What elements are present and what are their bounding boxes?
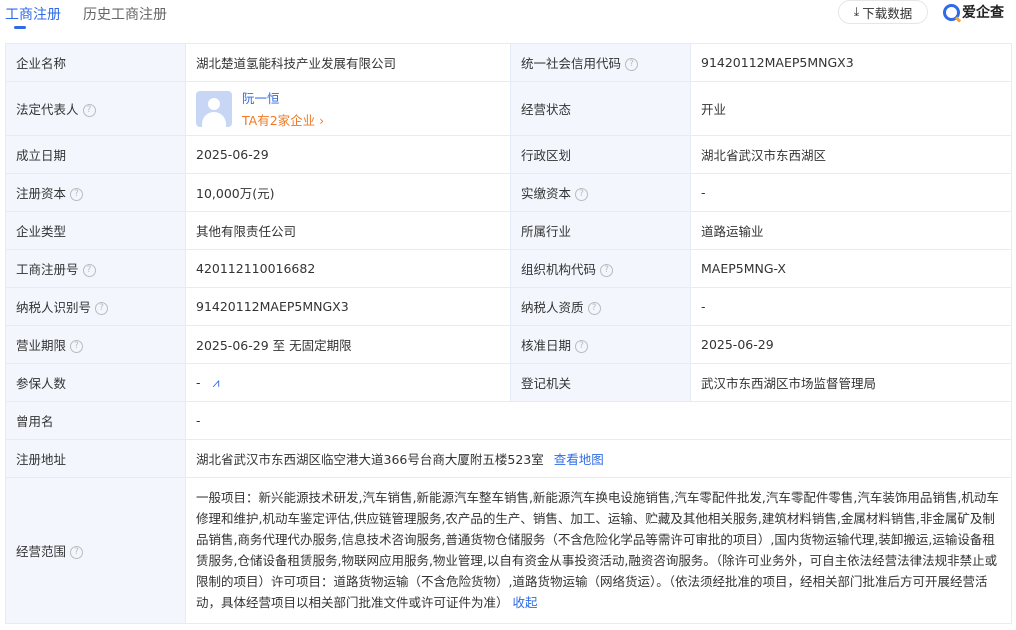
table-row: 纳税人识别号? 91420112MAEP5MNGX3 纳税人资质? - [6,288,1012,326]
tax-qual-label: 纳税人资质? [511,288,691,326]
type-label: 企业类型 [6,212,186,250]
table-row: 经营范围? 一般项目：新兴能源技术研发,汽车销售,新能源汽车整车销售,新能源汽车… [6,478,1012,624]
org-code-value: MAEP5MNG-X [691,250,1012,288]
trend-chart-icon[interactable]: ⩘ [213,375,220,390]
related-companies-link[interactable]: TA有2家企业 › [242,110,324,129]
tabs: 工商注册 历史工商注册 [5,4,167,34]
table-row: 注册资本? 10,000万(元) 实缴资本? - [6,174,1012,212]
table-row: 企业名称 湖北楚道氢能科技产业发展有限公司 统一社会信用代码? 91420112… [6,44,1012,82]
collapse-link[interactable]: 收起 [513,595,538,610]
view-map-link[interactable]: 查看地图 [554,452,604,467]
tax-id-value: 91420112MAEP5MNGX3 [186,288,511,326]
download-label: 下载数据 [862,3,912,22]
credit-code: 91420112MAEP5MNGX3 [691,44,1012,82]
legal-rep-label: 法定代表人? [6,82,186,136]
name-label: 企业名称 [6,44,186,82]
term-label: 营业期限? [6,326,186,364]
founded-label: 成立日期 [6,136,186,174]
tax-qual-value: - [691,288,1012,326]
help-icon[interactable]: ? [95,302,108,315]
help-icon[interactable]: ? [70,546,83,559]
help-icon[interactable]: ? [625,58,638,71]
capital-label: 注册资本? [6,174,186,212]
former-name-label: 曾用名 [6,402,186,440]
brand-name: 爱企查 [962,2,1004,22]
help-icon[interactable]: ? [70,340,83,353]
status-label: 经营状态 [511,82,691,136]
brand-logo: 爱企查 [943,2,1004,22]
approve-label: 核准日期? [511,326,691,364]
table-row: 工商注册号? 420112110016682 组织机构代码? MAEP5MNG-… [6,250,1012,288]
capital-value: 10,000万(元) [186,174,511,212]
org-code-label: 组织机构代码? [511,250,691,288]
regno-value: 420112110016682 [186,250,511,288]
tab-history-registration[interactable]: 历史工商注册 [83,4,167,34]
type-value: 其他有限责任公司 [186,212,511,250]
logo-icon [943,4,960,21]
status-value: 开业 [691,82,1012,136]
authority-value: 武汉市东西湖区市场监督管理局 [691,364,1012,402]
approve-value: 2025-06-29 [691,326,1012,364]
help-icon[interactable]: ? [83,264,96,277]
help-icon[interactable]: ? [83,104,96,117]
industry-value: 道路运输业 [691,212,1012,250]
region-label: 行政区划 [511,136,691,174]
table-row: 注册地址 湖北省武汉市东西湖区临空港大道366号台商大厦附五楼523室查看地图 [6,440,1012,478]
credit-code-label: 统一社会信用代码? [511,44,691,82]
legal-rep-name[interactable]: 阮一恒 [242,88,324,107]
former-name-value: - [186,402,1012,440]
founded-value: 2025-06-29 [186,136,511,174]
download-data-button[interactable]: ⤓下载数据 [838,0,928,24]
help-icon[interactable]: ? [600,264,613,277]
table-row: 法定代表人? 阮一恒 TA有2家企业 › 经营状态 开业 [6,82,1012,136]
avatar [196,91,232,127]
company-name: 湖北楚道氢能科技产业发展有限公司 [186,44,511,82]
authority-label: 登记机关 [511,364,691,402]
address-value: 湖北省武汉市东西湖区临空港大道366号台商大厦附五楼523室查看地图 [186,440,1012,478]
table-row: 参保人数 -⩘ 登记机关 武汉市东西湖区市场监督管理局 [6,364,1012,402]
address-label: 注册地址 [6,440,186,478]
insured-label: 参保人数 [6,364,186,402]
table-row: 营业期限? 2025-06-29 至 无固定期限 核准日期? 2025-06-2… [6,326,1012,364]
help-icon[interactable]: ? [70,188,83,201]
regno-label: 工商注册号? [6,250,186,288]
tax-id-label: 纳税人识别号? [6,288,186,326]
term-value: 2025-06-29 至 无固定期限 [186,326,511,364]
industry-label: 所属行业 [511,212,691,250]
legal-rep: 阮一恒 TA有2家企业 › [186,82,511,136]
table-row: 企业类型 其他有限责任公司 所属行业 道路运输业 [6,212,1012,250]
table-row: 成立日期 2025-06-29 行政区划 湖北省武汉市东西湖区 [6,136,1012,174]
download-icon: ⤓ [854,4,860,20]
paid-capital-label: 实缴资本? [511,174,691,212]
help-icon[interactable]: ? [575,340,588,353]
insured-value: -⩘ [186,364,511,402]
help-icon[interactable]: ? [588,302,601,315]
scope-value: 一般项目：新兴能源技术研发,汽车销售,新能源汽车整车销售,新能源汽车换电设施销售… [186,478,1012,624]
scope-label: 经营范围? [6,478,186,624]
paid-capital-value: - [691,174,1012,212]
registration-table: 企业名称 湖北楚道氢能科技产业发展有限公司 统一社会信用代码? 91420112… [5,43,1012,624]
help-icon[interactable]: ? [575,188,588,201]
region-value: 湖北省武汉市东西湖区 [691,136,1012,174]
tab-business-registration[interactable]: 工商注册 [5,4,61,34]
table-row: 曾用名 - [6,402,1012,440]
